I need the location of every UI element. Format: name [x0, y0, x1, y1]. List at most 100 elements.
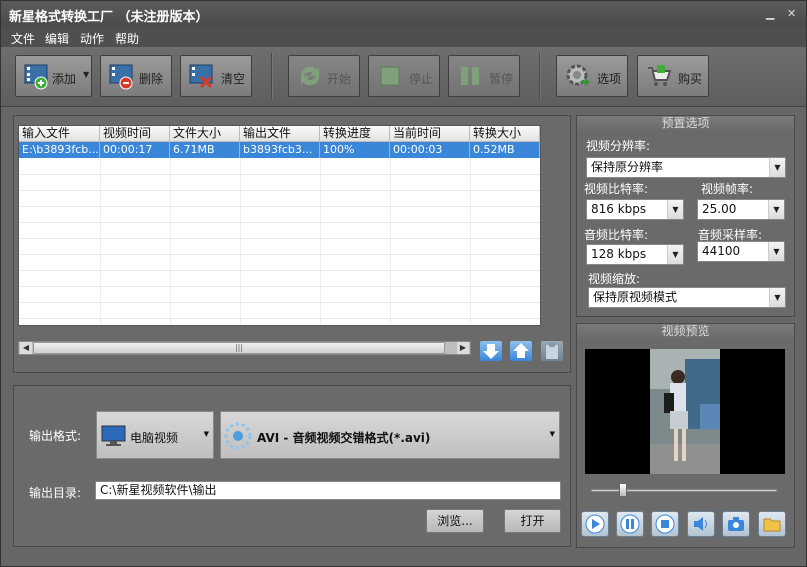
resolution-value: 保持原分辨率 — [591, 160, 664, 174]
output-panel — [13, 385, 571, 547]
pause-label: 暂停 — [489, 72, 514, 86]
app-window: 新星格式转换工厂 （未注册版本） ▁ ✕ 文件 编辑 动作 帮助 添加 ▼ 删除… — [0, 0, 807, 567]
stop-icon — [655, 514, 675, 534]
volume-button[interactable] — [687, 511, 715, 537]
grid-line — [19, 238, 540, 239]
stop-preview-button[interactable] — [651, 511, 679, 537]
fps-select[interactable]: 25.00 ▼ — [697, 199, 785, 220]
play-button[interactable] — [581, 511, 609, 537]
dropdown-arrow-icon: ▼ — [768, 200, 784, 219]
move-down-button[interactable] — [480, 341, 502, 361]
dropdown-arrow-icon: ▼ — [203, 430, 209, 438]
scroll-right-icon[interactable]: ▶ — [457, 342, 469, 354]
grid-line — [170, 158, 171, 325]
video-bitrate-select[interactable]: 816 kbps ▼ — [586, 199, 684, 220]
grid-line — [240, 158, 241, 325]
browse-button[interactable]: 浏览... — [426, 509, 484, 533]
menu-bar: 文件 编辑 动作 帮助 — [1, 27, 806, 47]
options-label: 选项 — [597, 72, 622, 86]
table-cell: 00:00:17 — [100, 142, 170, 158]
shopping-cart-icon — [644, 61, 674, 91]
table-cell: 6.71MB — [170, 142, 240, 158]
preview-title: 视频预览 — [577, 324, 794, 340]
column-header[interactable]: 转换进度 — [320, 126, 390, 142]
monitor-icon — [101, 425, 126, 446]
table-cell: b3893fcb3... — [240, 142, 320, 158]
close-button[interactable]: ✕ — [787, 7, 796, 20]
play-icon — [585, 514, 605, 534]
buy-label: 购买 — [678, 72, 703, 86]
clear-label: 清空 — [221, 72, 246, 86]
dropdown-arrow-icon: ▼ — [769, 288, 785, 307]
fps-value: 25.00 — [702, 202, 737, 216]
menu-edit[interactable]: 编辑 — [45, 30, 69, 47]
column-header[interactable]: 输入文件 — [19, 126, 100, 142]
title-bar: 新星格式转换工厂 （未注册版本） ▁ ✕ — [1, 1, 806, 27]
resolution-select[interactable]: 保持原分辨率 ▼ — [586, 157, 786, 178]
open-button[interactable]: 打开 — [504, 509, 561, 533]
dropdown-arrow-icon[interactable]: ▼ — [83, 70, 89, 79]
column-header[interactable]: 当前时间 — [390, 126, 470, 142]
format-select[interactable]: AVI - 音频视频交错格式(*.avi) ▼ — [220, 411, 560, 459]
options-button[interactable]: 选项 — [556, 55, 628, 97]
file-table[interactable]: 输入文件 视频时间 文件大小 输出文件 转换进度 当前时间 转换大小 E:\b3… — [18, 125, 541, 326]
column-header[interactable]: 输出文件 — [240, 126, 320, 142]
film-remove-icon — [107, 61, 137, 91]
start-button[interactable]: 开始 — [288, 55, 360, 97]
buy-button[interactable]: 购买 — [637, 55, 709, 97]
scale-value: 保持原视频模式 — [593, 290, 678, 304]
video-frame-image — [650, 349, 720, 474]
pause-icon — [620, 514, 640, 534]
output-dir-label: 输出目录: — [29, 486, 82, 500]
paste-button[interactable] — [541, 341, 563, 361]
stop-icon — [375, 61, 405, 91]
dropdown-arrow-icon: ▼ — [769, 158, 785, 177]
move-up-button[interactable] — [510, 341, 532, 361]
table-row[interactable]: E:\b3893fcb... 00:00:17 6.71MB b3893fcb3… — [19, 142, 540, 158]
clear-button[interactable]: 清空 — [180, 55, 252, 97]
stop-button[interactable]: 停止 — [368, 55, 440, 97]
clipboard-icon — [546, 343, 558, 359]
dropdown-arrow-icon: ▼ — [667, 200, 683, 219]
menu-help[interactable]: 帮助 — [115, 30, 139, 47]
grid-line — [19, 254, 540, 255]
scroll-thumb[interactable]: ||| — [33, 342, 445, 354]
scale-select[interactable]: 保持原视频模式 ▼ — [588, 287, 786, 308]
menu-file[interactable]: 文件 — [11, 30, 35, 47]
table-cell: 0.52MB — [470, 142, 540, 158]
menu-action[interactable]: 动作 — [80, 30, 104, 47]
preset-title: 预置选项 — [577, 116, 794, 132]
grid-line — [390, 158, 391, 325]
arrow-up-icon — [513, 343, 529, 358]
grid-line — [19, 302, 540, 303]
film-clear-icon — [187, 61, 217, 91]
column-header[interactable]: 文件大小 — [170, 126, 240, 142]
add-button[interactable]: 添加 ▼ — [15, 55, 92, 97]
toolbar-separator — [271, 53, 273, 99]
table-cell: 00:00:03 — [390, 142, 470, 158]
delete-label: 删除 — [139, 72, 164, 86]
grid-line — [19, 174, 540, 175]
scroll-left-icon[interactable]: ◀ — [20, 342, 32, 354]
grid-line — [19, 318, 540, 319]
open-folder-button[interactable] — [758, 511, 786, 537]
sample-rate-select[interactable]: 44100 ▼ — [697, 241, 785, 262]
snapshot-button[interactable] — [722, 511, 750, 537]
output-dir-input[interactable]: C:\新星视频软件\输出 — [95, 481, 561, 500]
stop-label: 停止 — [409, 72, 434, 86]
horizontal-scrollbar[interactable]: ◀ ||| ▶ — [18, 341, 471, 355]
pause-button[interactable]: 暂停 — [448, 55, 520, 97]
audio-bitrate-label: 音频比特率: — [584, 228, 649, 242]
preview-slider-thumb[interactable] — [618, 483, 627, 497]
grid-line — [19, 190, 540, 191]
minimize-button[interactable]: ▁ — [766, 7, 774, 20]
table-cell: E:\b3893fcb... — [19, 142, 100, 158]
delete-button[interactable]: 删除 — [100, 55, 172, 97]
column-header[interactable]: 转换大小 — [470, 126, 540, 142]
fps-label: 视频帧率: — [701, 182, 754, 196]
device-select[interactable]: 电脑视频 ▼ — [96, 411, 214, 459]
pause-preview-button[interactable] — [616, 511, 644, 537]
column-header[interactable]: 视频时间 — [100, 126, 170, 142]
scale-label: 视频缩放: — [588, 272, 641, 286]
audio-bitrate-select[interactable]: 128 kbps ▼ — [586, 244, 684, 265]
